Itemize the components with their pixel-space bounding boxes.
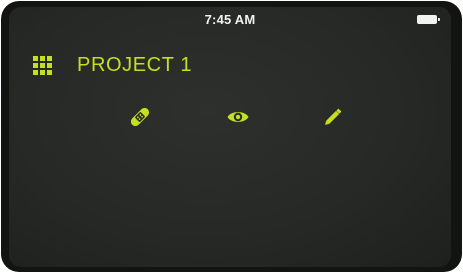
app-header: PROJECT 1	[33, 53, 192, 77]
eye-button[interactable]	[226, 105, 250, 129]
app-screen: 7:45 AM PROJECT 1	[9, 7, 451, 267]
status-bar: 7:45 AM	[9, 7, 451, 33]
bandage-button[interactable]	[128, 105, 152, 129]
pencil-icon	[325, 108, 342, 125]
eye-icon	[227, 112, 249, 122]
battery-icon	[417, 15, 440, 24]
bandage-icon	[130, 107, 150, 127]
project-title: PROJECT 1	[77, 54, 193, 76]
status-time: 7:45 AM	[204, 12, 256, 27]
device-frame: 7:45 AM PROJECT 1	[1, 1, 462, 272]
grid-menu-icon[interactable]	[33, 55, 52, 75]
pencil-button[interactable]	[321, 105, 345, 129]
